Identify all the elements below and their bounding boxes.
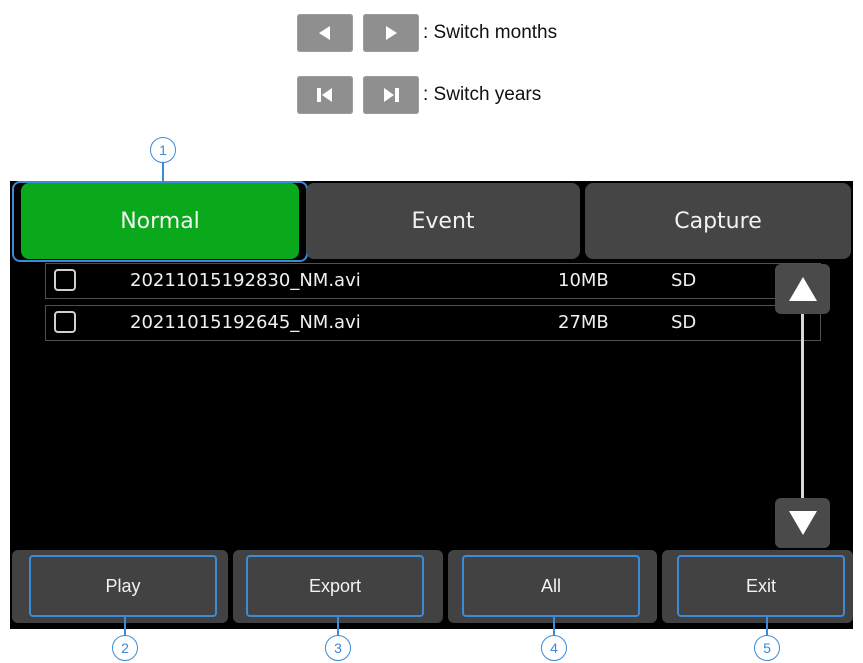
legend-months: : Switch months bbox=[297, 14, 557, 52]
skip-forward-icon bbox=[384, 88, 399, 102]
callout-4: 4 bbox=[541, 635, 567, 661]
triangle-left-icon bbox=[319, 26, 330, 40]
scrollbar-track[interactable] bbox=[801, 314, 804, 498]
all-button[interactable]: All bbox=[462, 555, 640, 617]
file-checkbox[interactable] bbox=[54, 311, 76, 333]
file-checkbox[interactable] bbox=[54, 269, 76, 291]
callout-3: 3 bbox=[325, 635, 351, 661]
callout-1-leader bbox=[162, 163, 164, 181]
scroll-down-button[interactable] bbox=[775, 498, 830, 548]
callout-2: 2 bbox=[112, 635, 138, 661]
triangle-down-icon bbox=[788, 511, 817, 535]
legend-months-text: : Switch months bbox=[423, 22, 558, 43]
legend-years: : Switch years bbox=[297, 76, 541, 114]
play-button[interactable]: Play bbox=[29, 555, 217, 617]
triangle-right-icon bbox=[386, 26, 397, 40]
skip-back-icon bbox=[317, 88, 332, 102]
tab-event[interactable]: Event bbox=[306, 183, 580, 259]
file-storage: SD bbox=[671, 270, 697, 291]
callout-1: 1 bbox=[150, 137, 176, 163]
export-button[interactable]: Export bbox=[246, 555, 424, 617]
tab-normal-highlight bbox=[12, 181, 308, 262]
callout-4-leader bbox=[553, 617, 555, 636]
callout-2-leader bbox=[124, 617, 126, 636]
legend-prev-year-button bbox=[297, 76, 353, 114]
legend-next-year-button bbox=[363, 76, 419, 114]
exit-button[interactable]: Exit bbox=[677, 555, 845, 617]
legend-years-text: : Switch years bbox=[423, 84, 542, 105]
legend-next-month-button bbox=[363, 14, 419, 52]
file-name: 20211015192830_NM.avi bbox=[130, 270, 361, 291]
callout-5: 5 bbox=[754, 635, 780, 661]
file-size: 10MB bbox=[558, 270, 609, 291]
tab-capture[interactable]: Capture bbox=[585, 183, 851, 259]
triangle-up-icon bbox=[788, 277, 817, 301]
callout-3-leader bbox=[337, 617, 339, 636]
file-row[interactable]: 20211015192830_NM.avi 10MB SD bbox=[45, 263, 821, 299]
file-storage: SD bbox=[671, 312, 697, 333]
file-size: 27MB bbox=[558, 312, 609, 333]
legend-prev-month-button bbox=[297, 14, 353, 52]
file-name: 20211015192645_NM.avi bbox=[130, 312, 361, 333]
callout-5-leader bbox=[766, 617, 768, 636]
file-row[interactable]: 20211015192645_NM.avi 27MB SD bbox=[45, 305, 821, 341]
scroll-up-button[interactable] bbox=[775, 264, 830, 314]
device-screen: Normal Event Capture 20211015192830_NM.a… bbox=[10, 181, 853, 629]
